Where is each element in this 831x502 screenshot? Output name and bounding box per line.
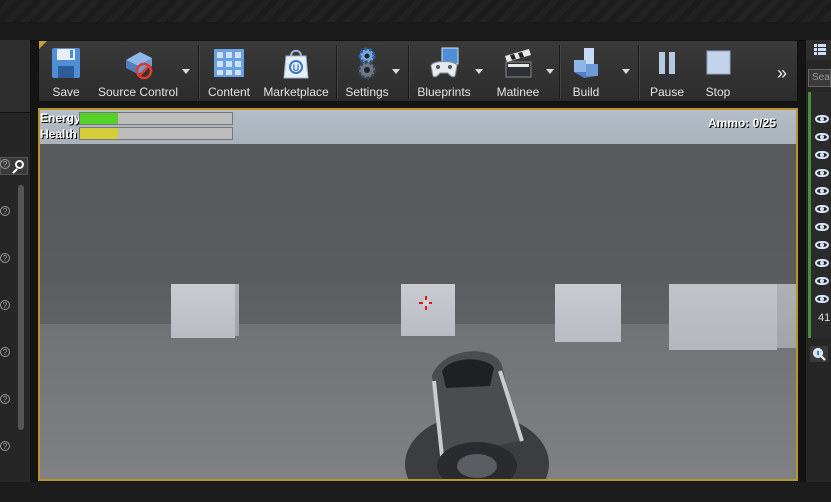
help-icon[interactable]: ? bbox=[0, 347, 10, 357]
help-icon[interactable]: ? bbox=[0, 394, 10, 404]
clapperboard-icon bbox=[505, 49, 532, 78]
content-grid-icon bbox=[214, 49, 244, 77]
energy-bar-fill bbox=[80, 113, 118, 124]
left-panel-header bbox=[0, 40, 30, 113]
cube-mesh bbox=[171, 284, 235, 338]
toolbar-separator bbox=[559, 45, 561, 99]
chevron-down-icon[interactable] bbox=[622, 69, 630, 74]
pause-icon bbox=[659, 52, 675, 74]
gears-icon bbox=[357, 47, 377, 80]
toolbar-separator bbox=[408, 45, 410, 99]
help-icon[interactable]: ? bbox=[0, 300, 10, 310]
cube-mesh-side bbox=[777, 284, 796, 348]
source-control-icon bbox=[126, 52, 153, 80]
pause-button[interactable]: Pause bbox=[643, 43, 691, 101]
source-control-label: Source Control bbox=[97, 85, 179, 99]
visibility-eye-icon[interactable] bbox=[815, 151, 829, 159]
level-editor-toolbar: Save Source Control Content U Marketplac… bbox=[38, 40, 798, 102]
ammo-counter: Ammo: 0/25 bbox=[707, 116, 776, 130]
settings-button[interactable]: Settings bbox=[339, 43, 395, 101]
chevron-down-icon[interactable] bbox=[475, 69, 483, 74]
matinee-label: Matinee bbox=[496, 85, 540, 99]
pause-label: Pause bbox=[649, 85, 685, 99]
cube-mesh bbox=[401, 284, 455, 336]
visibility-eye-icon[interactable] bbox=[815, 205, 829, 213]
left-panel-scrollbar[interactable] bbox=[18, 185, 24, 430]
cube-mesh-side bbox=[235, 284, 239, 336]
toolbar-separator bbox=[638, 45, 640, 99]
outliner-list-icon[interactable] bbox=[813, 43, 827, 57]
content-label: Content bbox=[207, 85, 251, 99]
chevron-down-icon[interactable] bbox=[546, 69, 554, 74]
outliner-search-input[interactable]: Sea bbox=[808, 69, 831, 87]
content-button[interactable]: Content bbox=[201, 43, 257, 101]
left-details-panel: ? ? ? ? ? ? ? bbox=[0, 40, 30, 482]
svg-text:U: U bbox=[293, 63, 300, 73]
marketplace-label: Marketplace bbox=[263, 85, 329, 99]
build-button[interactable]: Build bbox=[562, 43, 610, 101]
visibility-eye-icon[interactable] bbox=[815, 277, 829, 285]
visibility-eye-icon[interactable] bbox=[815, 295, 829, 303]
stop-button[interactable]: Stop bbox=[695, 43, 741, 101]
blueprints-button[interactable]: Blueprints bbox=[411, 43, 477, 101]
outliner-list[interactable] bbox=[808, 92, 831, 338]
health-bar bbox=[79, 127, 233, 140]
visibility-eye-icon[interactable] bbox=[815, 169, 829, 177]
visibility-eye-icon[interactable] bbox=[815, 259, 829, 267]
visibility-eye-icon[interactable] bbox=[815, 115, 829, 123]
cube-mesh bbox=[669, 284, 777, 350]
visibility-eye-icon[interactable] bbox=[815, 187, 829, 195]
health-bar-fill bbox=[80, 128, 118, 139]
crosshair-center bbox=[423, 300, 429, 306]
build-blocks-icon bbox=[574, 48, 598, 78]
game-viewport[interactable]: Energy Health Ammo: 0/25 bbox=[38, 108, 798, 481]
visibility-eye-icon[interactable] bbox=[815, 241, 829, 249]
status-bar bbox=[0, 482, 831, 502]
marketplace-button[interactable]: U Marketplace bbox=[259, 43, 333, 101]
save-button[interactable]: Save bbox=[41, 43, 91, 101]
first-person-weapon bbox=[405, 351, 549, 479]
blueprints-label: Blueprints bbox=[417, 85, 471, 99]
cube-mesh bbox=[555, 284, 621, 342]
save-label: Save bbox=[52, 85, 80, 99]
toolbar-separator bbox=[336, 45, 338, 99]
chevron-down-icon[interactable] bbox=[182, 69, 190, 74]
actor-count: 41 bbox=[818, 312, 831, 324]
help-icon[interactable]: ? bbox=[0, 441, 10, 451]
help-icon[interactable]: ? bbox=[0, 253, 10, 263]
magnifier-info-icon bbox=[813, 348, 826, 361]
world-outliner-panel: Sea 41 bbox=[806, 40, 831, 482]
matinee-button[interactable]: Matinee bbox=[487, 43, 549, 101]
energy-label: Energy bbox=[40, 111, 81, 125]
tab-strip bbox=[0, 22, 831, 41]
visibility-eye-icon[interactable] bbox=[815, 223, 829, 231]
energy-bar bbox=[79, 112, 233, 125]
stop-icon bbox=[706, 50, 731, 75]
toolbar-overflow-icon[interactable]: » bbox=[777, 63, 787, 84]
help-icon[interactable]: ? bbox=[0, 159, 10, 169]
toolbar-separator bbox=[198, 45, 200, 99]
outliner-header bbox=[806, 40, 831, 60]
chevron-down-icon[interactable] bbox=[392, 69, 400, 74]
marketplace-bag-icon: U bbox=[283, 49, 309, 79]
floppy-disk-icon bbox=[52, 48, 80, 78]
build-label: Build bbox=[572, 85, 600, 99]
window-title-bar bbox=[0, 0, 831, 22]
stop-label: Stop bbox=[705, 85, 731, 99]
search-icon[interactable] bbox=[15, 160, 24, 169]
gamepad-icon bbox=[430, 47, 459, 78]
visibility-eye-icon[interactable] bbox=[815, 133, 829, 141]
details-panel-tab[interactable] bbox=[810, 346, 828, 362]
source-control-button[interactable]: Source Control bbox=[93, 43, 183, 101]
health-label: Health bbox=[40, 127, 77, 141]
help-icon[interactable]: ? bbox=[0, 206, 10, 216]
settings-label: Settings bbox=[345, 85, 389, 99]
